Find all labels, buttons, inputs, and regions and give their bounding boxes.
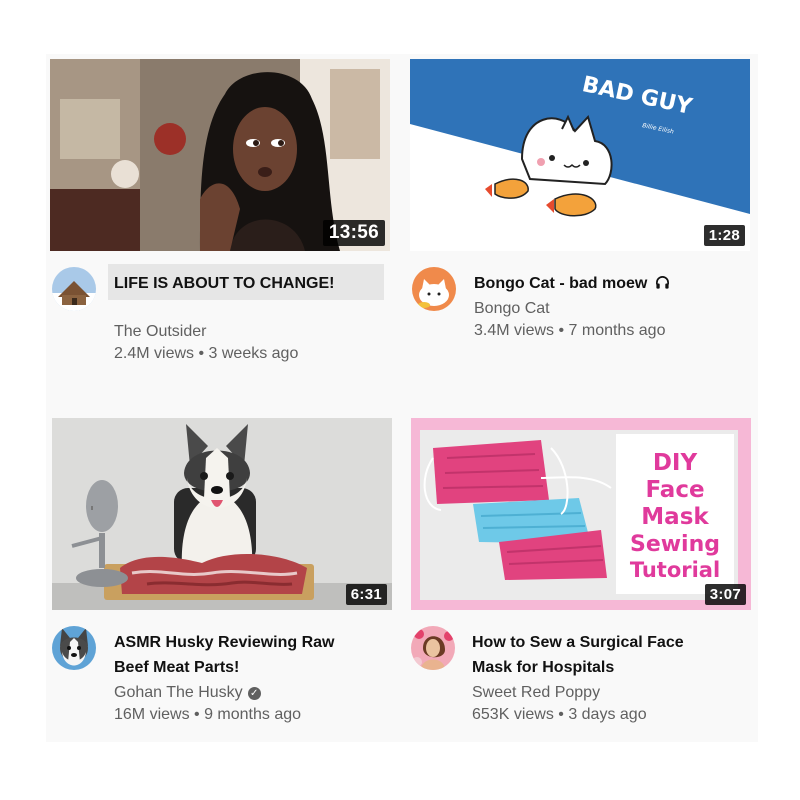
channel-name[interactable]: Sweet Red Poppy	[472, 684, 600, 702]
video-title-line: Beef Meat Parts!	[114, 659, 240, 676]
video-meta: ASMR Husky Reviewing Raw Beef Meat Parts…	[52, 610, 392, 730]
video-duration: 1:28	[703, 225, 745, 246]
video-stats: 3.4M views • 7 months ago	[474, 322, 666, 339]
video-thumbnail[interactable]: BAD GUY Billie Eilish 1:28	[410, 59, 750, 251]
thumb-text-line: Face	[645, 477, 704, 503]
thumbnail-image: DIY Face Mask Sewing Tutorial	[411, 418, 751, 610]
video-duration: 3:07	[704, 584, 746, 605]
avatar-image	[412, 267, 456, 311]
thumb-text-line: DIY	[653, 450, 698, 476]
thumb-text-line: Mask	[641, 504, 709, 530]
video-title[interactable]: How to Sew a Surgical Face Mask for Hosp…	[472, 630, 742, 680]
channel-name[interactable]: The Outsider	[114, 323, 206, 341]
thumbnail-image: BAD GUY Billie Eilish	[410, 59, 750, 251]
thumb-text-line: Sewing	[630, 532, 720, 557]
video-grid: 13:56 LIFE IS ABOUT TO CHANGE! The Outsi…	[46, 54, 758, 742]
thumb-text-line: Tutorial	[630, 558, 720, 582]
video-thumbnail[interactable]: 6:31	[52, 418, 392, 610]
video-title[interactable]: Bongo Cat - bad moew	[474, 271, 744, 296]
video-card[interactable]: BAD GUY Billie Eilish 1:28 Bongo Cat - b…	[410, 59, 750, 371]
avatar-image	[52, 267, 96, 311]
verified-icon: ✓	[247, 687, 261, 700]
video-stats: 653K views • 3 days ago	[472, 706, 647, 723]
video-thumbnail[interactable]: 13:56	[50, 59, 390, 251]
channel-name[interactable]: Bongo Cat	[474, 300, 550, 318]
video-title[interactable]: LIFE IS ABOUT TO CHANGE!	[114, 271, 384, 296]
video-meta: LIFE IS ABOUT TO CHANGE! The Outsider 2.…	[50, 251, 390, 371]
video-meta: How to Sew a Surgical Face Mask for Hosp…	[411, 610, 751, 730]
channel-name-text: Gohan The Husky	[114, 684, 243, 701]
video-card[interactable]: 13:56 LIFE IS ABOUT TO CHANGE! The Outsi…	[50, 59, 390, 371]
video-thumbnail[interactable]: DIY Face Mask Sewing Tutorial 3:07	[411, 418, 751, 610]
channel-avatar[interactable]	[52, 626, 96, 670]
video-title-line: ASMR Husky Reviewing Raw	[114, 634, 335, 651]
video-card[interactable]: 6:31 ASMR Husky Reviewing Raw Beef Meat …	[52, 418, 392, 730]
thumbnail-image	[52, 418, 392, 610]
video-title[interactable]: ASMR Husky Reviewing Raw Beef Meat Parts…	[114, 630, 384, 680]
video-duration: 13:56	[322, 220, 385, 246]
channel-avatar[interactable]	[412, 267, 456, 311]
video-duration: 6:31	[345, 584, 387, 605]
channel-name[interactable]: Gohan The Husky ✓	[114, 684, 261, 702]
video-title-line: LIFE IS ABOUT TO CHANGE!	[114, 275, 335, 292]
video-stats: 2.4M views • 3 weeks ago	[114, 345, 299, 362]
video-title-line: How to Sew a Surgical Face	[472, 634, 684, 651]
video-title-line: Mask for Hospitals	[472, 659, 615, 676]
channel-avatar[interactable]	[411, 626, 455, 670]
headphones-icon	[655, 276, 669, 289]
video-card[interactable]: DIY Face Mask Sewing Tutorial 3:07 How t…	[411, 418, 751, 730]
channel-avatar[interactable]	[52, 267, 96, 311]
video-stats: 16M views • 9 months ago	[114, 706, 302, 723]
video-meta: Bongo Cat - bad moew Bongo Cat 3.4M view…	[410, 251, 750, 371]
video-title-line: Bongo Cat - bad moew	[474, 275, 648, 292]
avatar-image	[411, 626, 455, 670]
avatar-image	[52, 626, 96, 670]
